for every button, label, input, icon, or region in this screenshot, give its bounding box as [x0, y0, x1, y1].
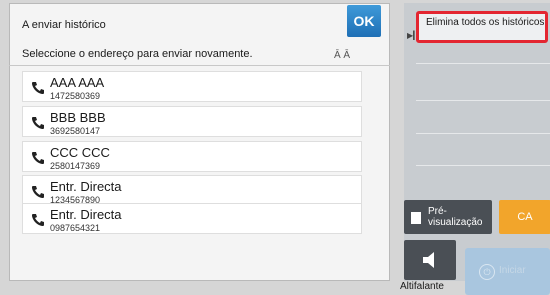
- delete-all-history-button[interactable]: Elimina todos os históricos: [416, 11, 548, 43]
- phone-icon: [32, 214, 44, 226]
- preview-label: Pré-visualização: [428, 206, 483, 228]
- send-button[interactable]: ⏻ Iniciar: [465, 248, 550, 295]
- clear-all-button[interactable]: CA: [499, 200, 550, 234]
- history-item[interactable]: BBB BBB 3692580147: [22, 106, 362, 137]
- divider: [416, 100, 550, 101]
- speaker-button[interactable]: [404, 240, 456, 280]
- preview-button[interactable]: Pré-visualização: [404, 200, 492, 234]
- sort-label: Ā Ā: [333, 50, 351, 61]
- phone-icon: [32, 186, 44, 198]
- phone-icon: [32, 152, 44, 164]
- history-item[interactable]: AAA AAA 1472580369: [22, 71, 362, 102]
- history-list: AAA AAA 1472580369 BBB BBB 3692580147 CC…: [9, 65, 390, 282]
- history-item-number: 1472580369: [50, 91, 101, 101]
- send-label: Iniciar: [499, 265, 526, 276]
- instruction-text: Seleccione o endereço para enviar novame…: [22, 48, 253, 60]
- phone-icon: [32, 82, 44, 94]
- history-item-name: AAA AAA: [50, 75, 105, 90]
- divider: [416, 133, 550, 134]
- divider: [416, 63, 550, 64]
- history-item-number: 3692580147: [50, 126, 101, 136]
- history-item[interactable]: Entr. Directa 1234567890: [22, 175, 362, 206]
- history-item-number: 0987654321: [50, 223, 101, 233]
- panel-title: A enviar histórico: [22, 19, 106, 31]
- history-item-name: Entr. Directa: [50, 207, 122, 222]
- speaker-label: Altifalante: [400, 281, 444, 292]
- speaker-icon: [423, 252, 434, 268]
- divider: [416, 165, 550, 166]
- history-item-name: BBB BBB: [50, 110, 106, 125]
- history-item-name: CCC CCC: [50, 145, 110, 160]
- history-item[interactable]: Entr. Directa 0987654321: [22, 203, 362, 234]
- send-icon: ⏻: [479, 264, 495, 280]
- ok-button[interactable]: OK: [347, 5, 381, 37]
- history-item-number: 2580147369: [50, 161, 101, 171]
- phone-icon: [32, 117, 44, 129]
- history-item[interactable]: CCC CCC 2580147369: [22, 141, 362, 172]
- preview-icon: [411, 212, 421, 224]
- history-item-name: Entr. Directa: [50, 179, 122, 194]
